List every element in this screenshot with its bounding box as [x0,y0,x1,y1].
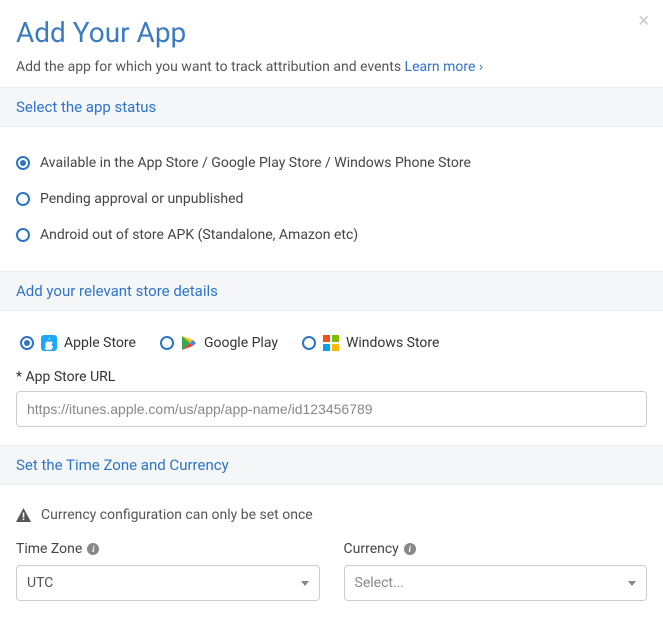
status-option-pending[interactable]: Pending approval or unpublished [16,181,647,217]
store-option-label: Google Play [204,335,278,351]
section-header-tz: Set the Time Zone and Currency [0,445,663,485]
timezone-label: Time Zone i [16,541,320,557]
timezone-label-text: Time Zone [16,541,82,557]
google-play-icon [181,335,197,351]
currency-column: Currency i Select... [344,541,648,601]
store-option-windows[interactable]: Windows Store [302,335,439,351]
app-store-url-label: * App Store URL [16,369,647,385]
section-header-status: Select the app status [0,87,663,127]
store-option-apple[interactable]: Apple Store [20,335,136,351]
currency-label: Currency i [344,541,648,557]
timezone-select[interactable]: UTC [16,565,320,601]
learn-more-link[interactable]: Learn more › [405,59,484,75]
currency-select[interactable]: Select... [344,565,648,601]
warning-icon [16,508,31,522]
status-option-label: Pending approval or unpublished [40,191,243,207]
status-option-out-of-store[interactable]: Android out of store APK (Standalone, Am… [16,217,647,253]
chevron-down-icon [628,581,636,586]
currency-warning: Currency configuration can only be set o… [16,503,647,541]
info-icon[interactable]: i [87,543,99,555]
apple-store-icon [41,335,57,351]
store-option-google-play[interactable]: Google Play [160,335,278,351]
store-option-label: Apple Store [64,335,136,351]
currency-value: Select... [355,575,405,591]
windows-store-icon [323,335,339,351]
store-radio-group: Apple Store Google Play [16,329,647,369]
status-option-label: Available in the App Store / Google Play… [40,155,471,171]
radio-icon [160,336,174,350]
status-option-available[interactable]: Available in the App Store / Google Play… [16,145,647,181]
modal-title: Add Your App [16,16,647,49]
radio-icon [16,228,30,242]
app-store-url-input[interactable] [16,391,647,427]
radio-icon [20,336,34,350]
modal-header: Add Your App Add the app for which you w… [0,0,663,87]
section-header-store: Add your relevant store details [0,271,663,311]
close-icon[interactable]: × [638,10,649,30]
section-body-tz: Currency configuration can only be set o… [0,485,663,619]
radio-icon [302,336,316,350]
timezone-value: UTC [27,575,53,591]
modal-subtitle: Add the app for which you want to track … [16,59,647,75]
timezone-column: Time Zone i UTC [16,541,320,601]
store-option-label: Windows Store [346,335,439,351]
subtitle-text: Add the app for which you want to track … [16,59,405,75]
chevron-down-icon [301,581,309,586]
tz-currency-row: Time Zone i UTC Currency i Select... [16,541,647,601]
add-app-modal: × Add Your App Add the app for which you… [0,0,663,619]
info-icon[interactable]: i [404,543,416,555]
status-option-label: Android out of store APK (Standalone, Am… [40,227,358,243]
section-body-store: Apple Store Google Play [0,311,663,445]
warning-text: Currency configuration can only be set o… [41,507,313,523]
radio-icon [16,192,30,206]
radio-icon [16,156,30,170]
section-body-status: Available in the App Store / Google Play… [0,127,663,271]
currency-label-text: Currency [344,541,399,557]
